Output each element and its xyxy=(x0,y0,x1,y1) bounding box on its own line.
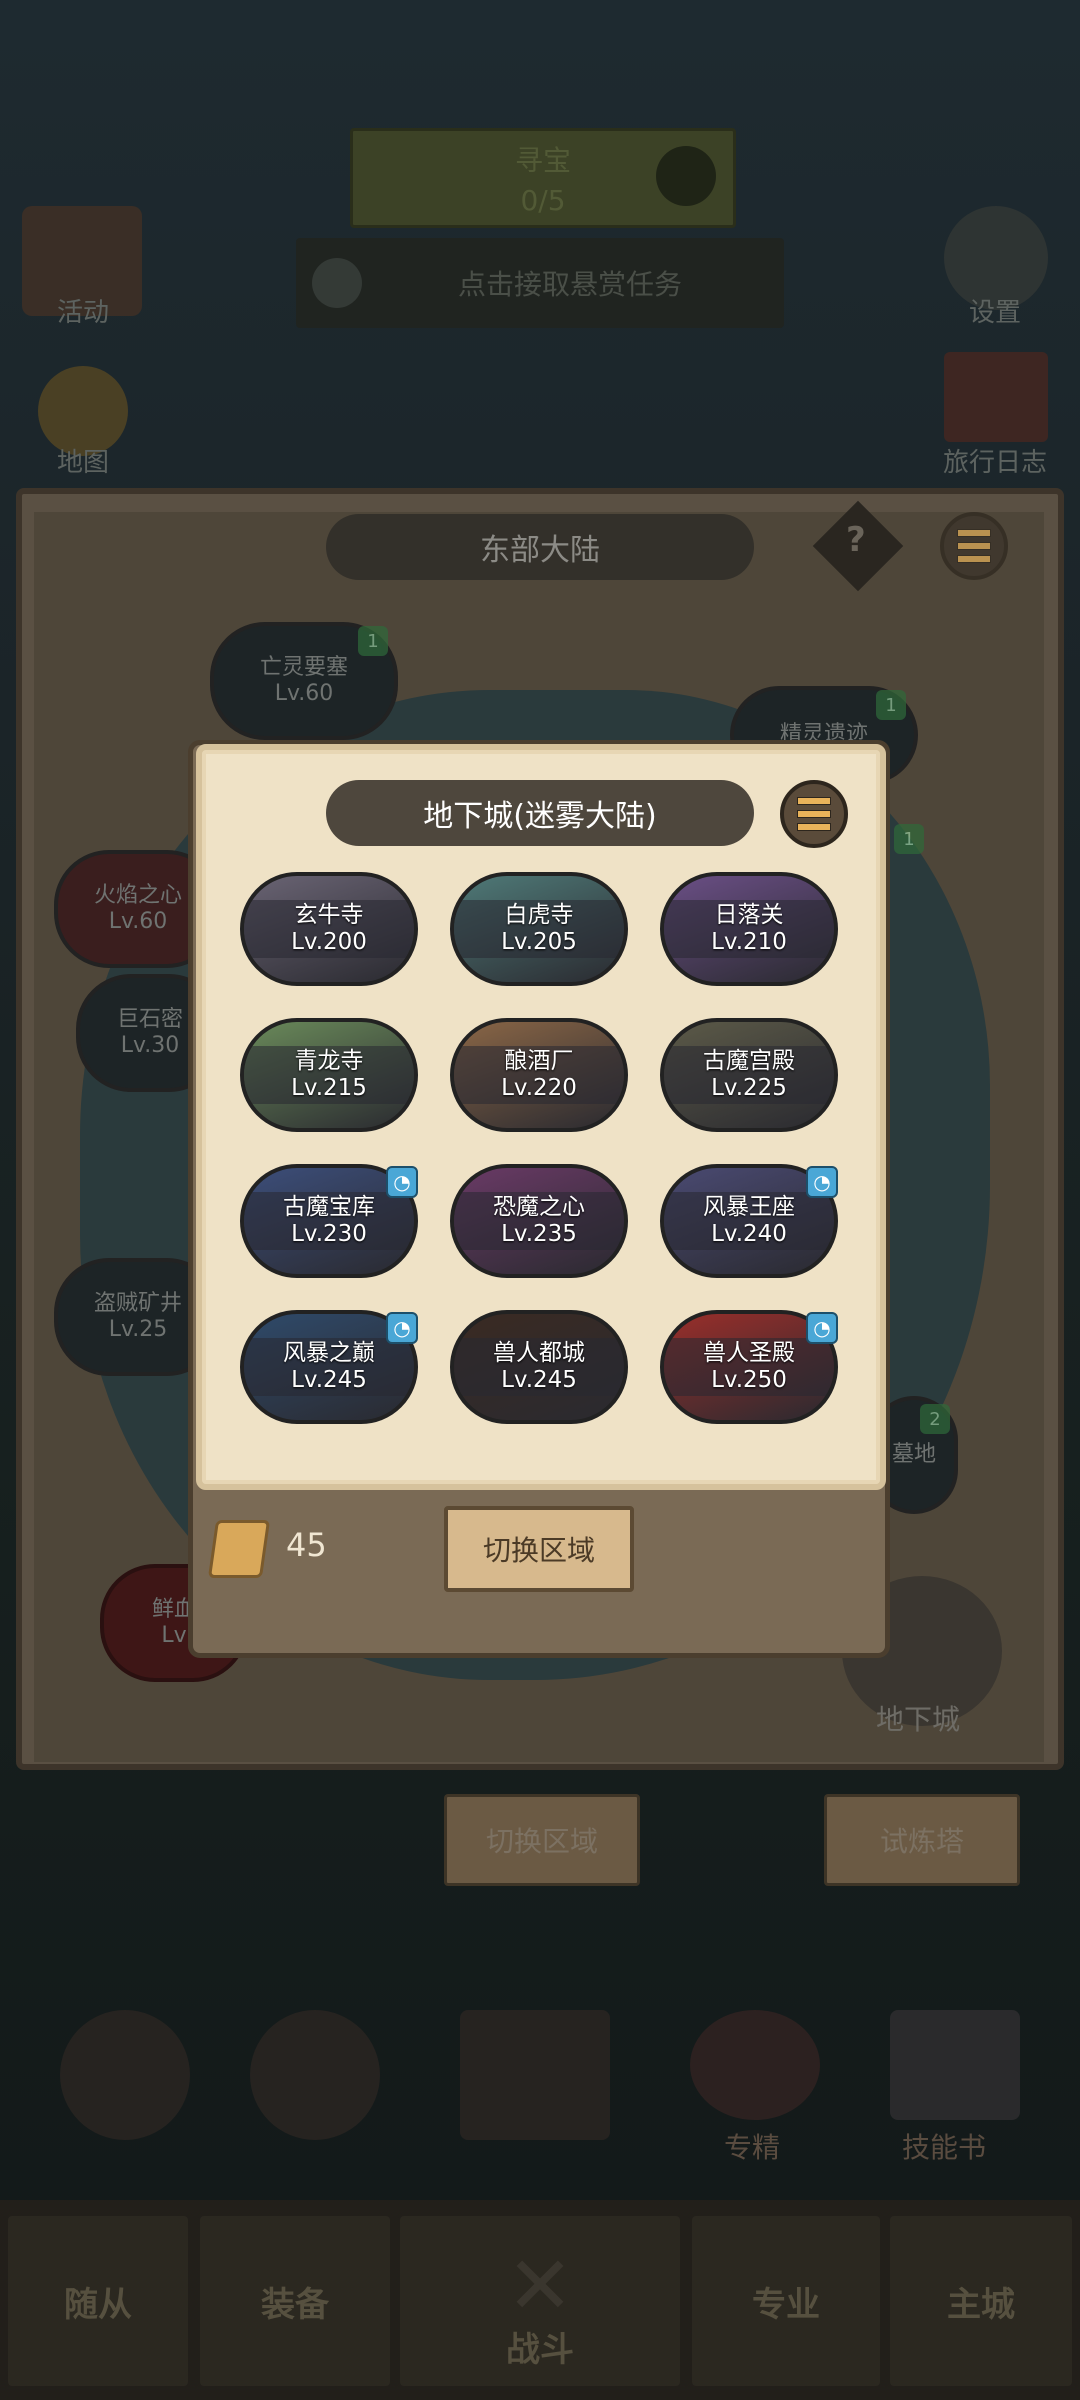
map-menu-button[interactable] xyxy=(940,512,1008,580)
dungeon-level: Lv.220 xyxy=(501,1075,577,1101)
event-label: 活动 xyxy=(56,298,109,328)
ticket-scroll-icon xyxy=(207,1520,271,1578)
bounty-text: 点击接取悬赏任务 xyxy=(457,268,682,301)
dungeon-node-label: 风暴之巅 Lv.245 xyxy=(244,1338,414,1396)
swirl-icon: ◔ xyxy=(386,1312,418,1344)
dungeon-node[interactable]: 白虎寺 Lv.205 xyxy=(450,872,628,986)
dungeon-node[interactable]: 酿酒厂 Lv.220 xyxy=(450,1018,628,1132)
help-icon: ? xyxy=(846,520,866,560)
dungeon-name: 白虎寺 xyxy=(504,902,574,928)
dungeon-node[interactable]: 日落关 Lv.210 xyxy=(660,872,838,986)
travel-log-label: 旅行日志 xyxy=(942,448,1047,478)
swirl-icon: ◔ xyxy=(806,1166,838,1198)
map-switch-region-button[interactable]: 切换区域 xyxy=(444,1794,640,1886)
map-node-badge: 1 xyxy=(894,824,924,854)
dungeon-level: Lv.240 xyxy=(711,1221,787,1247)
dungeon-node-label: 兽人圣殿 Lv.250 xyxy=(664,1338,834,1396)
map-node-badge: 1 xyxy=(358,626,388,656)
switch-region-button[interactable]: 切换区域 xyxy=(444,1506,634,1592)
treasure-forward-icon[interactable] xyxy=(656,146,716,206)
dungeon-level: Lv.205 xyxy=(501,929,577,955)
dungeon-name: 恐魔之心 xyxy=(493,1194,585,1220)
dungeon-menu-button[interactable] xyxy=(780,780,848,848)
dungeon-name: 古魔宝库 xyxy=(283,1194,375,1220)
dungeon-modal-title: 地下城(迷雾大陆) xyxy=(326,780,754,846)
crossed-swords-icon: ✕ xyxy=(506,2239,574,2332)
trial-tower-button[interactable]: 试炼塔 xyxy=(824,1794,1020,1886)
bg-icon-2 xyxy=(250,2010,380,2140)
map-node-badge: 2 xyxy=(920,1404,950,1434)
settings-label: 设置 xyxy=(968,298,1021,328)
dungeon-name: 古魔宫殿 xyxy=(703,1048,795,1074)
swirl-icon: ◔ xyxy=(386,1166,418,1198)
bg-icon-3 xyxy=(460,2010,610,2140)
dungeon-node[interactable]: 古魔宫殿 Lv.225 xyxy=(660,1018,838,1132)
bg-icon-1 xyxy=(60,2010,190,2140)
bounty-bar[interactable]: 点击接取悬赏任务 xyxy=(296,238,784,328)
tab-equipment[interactable]: 装备 xyxy=(200,2216,390,2386)
bounty-icon xyxy=(312,258,362,308)
dungeon-node[interactable]: 青龙寺 Lv.215 xyxy=(240,1018,418,1132)
dungeon-level: Lv.225 xyxy=(711,1075,787,1101)
dungeon-name: 酿酒厂 xyxy=(504,1048,574,1074)
tab-main-city[interactable]: 主城 xyxy=(890,2216,1072,2386)
tab-followers[interactable]: 随从 xyxy=(8,2216,188,2386)
tab-profession[interactable]: 专业 xyxy=(692,2216,880,2386)
dungeon-node-label: 兽人都城 Lv.245 xyxy=(454,1338,624,1396)
map-region-title: 东部大陆 xyxy=(326,514,754,580)
dungeon-level: Lv.215 xyxy=(291,1075,367,1101)
skill-book-label: 技能书 xyxy=(902,2131,987,2164)
specialization-label: 专精 xyxy=(724,2131,781,2164)
travel-log-icon[interactable] xyxy=(944,352,1048,442)
map-node-level: Lv.60 xyxy=(274,681,334,706)
dungeon-node-label: 古魔宝库 Lv.230 xyxy=(244,1192,414,1250)
map-node-badge: 1 xyxy=(876,690,906,720)
dungeon-portal-label: 地下城 xyxy=(876,1703,961,1736)
dungeon-name: 兽人都城 xyxy=(493,1340,585,1366)
dungeon-level: Lv.250 xyxy=(711,1367,787,1393)
dungeon-level: Lv.210 xyxy=(711,929,787,955)
dungeon-name: 玄牛寺 xyxy=(294,902,364,928)
specialization-icon[interactable] xyxy=(690,2010,820,2120)
ticket-count: 45 xyxy=(286,1526,327,1564)
dungeon-name: 青龙寺 xyxy=(294,1048,364,1074)
swirl-icon: ◔ xyxy=(806,1312,838,1344)
dungeon-level: Lv.230 xyxy=(291,1221,367,1247)
map-label: 地图 xyxy=(56,448,109,478)
dungeon-node-label: 青龙寺 Lv.215 xyxy=(244,1046,414,1104)
dungeon-node-label: 古魔宫殿 Lv.225 xyxy=(664,1046,834,1104)
dungeon-name: 风暴王座 xyxy=(703,1194,795,1220)
dungeon-name: 日落关 xyxy=(714,902,784,928)
dungeon-name: 风暴之巅 xyxy=(283,1340,375,1366)
dungeon-name: 兽人圣殿 xyxy=(703,1340,795,1366)
dungeon-node-label: 白虎寺 Lv.205 xyxy=(454,900,624,958)
dungeon-node[interactable]: 玄牛寺 Lv.200 xyxy=(240,872,418,986)
dungeon-node[interactable]: 恐魔之心 Lv.235 xyxy=(450,1164,628,1278)
dungeon-node-label: 酿酒厂 Lv.220 xyxy=(454,1046,624,1104)
dungeon-node[interactable]: 兽人都城 Lv.245 xyxy=(450,1310,628,1424)
map-node-name: 亡灵要塞 xyxy=(259,655,348,680)
dungeon-node-label: 恐魔之心 Lv.235 xyxy=(454,1192,624,1250)
dungeon-node-label: 日落关 Lv.210 xyxy=(664,900,834,958)
dungeon-level: Lv.245 xyxy=(501,1367,577,1393)
dungeon-level: Lv.235 xyxy=(501,1221,577,1247)
dungeon-node-label: 玄牛寺 Lv.200 xyxy=(244,900,414,958)
dungeon-level: Lv.200 xyxy=(291,929,367,955)
dungeon-level: Lv.245 xyxy=(291,1367,367,1393)
skill-book-icon[interactable] xyxy=(890,2010,1020,2120)
dungeon-node-label: 风暴王座 Lv.240 xyxy=(664,1192,834,1250)
